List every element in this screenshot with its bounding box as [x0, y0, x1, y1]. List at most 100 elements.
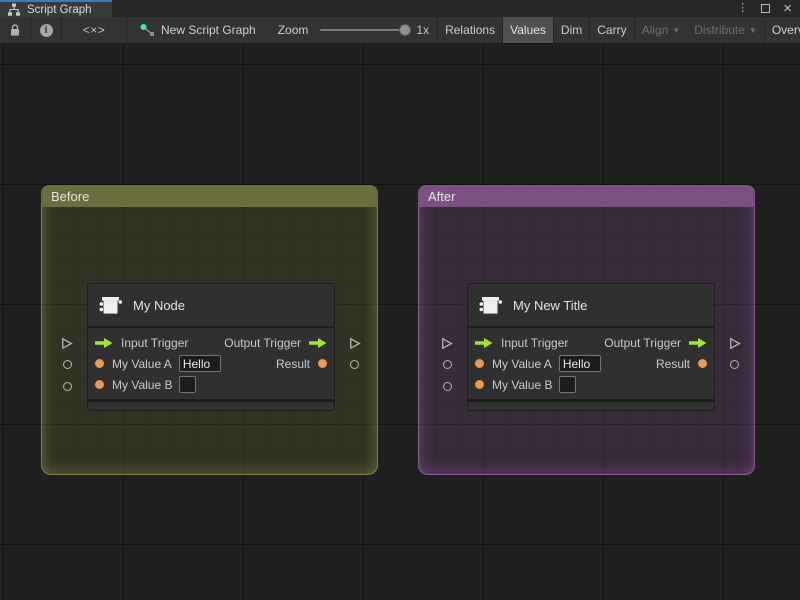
titlebar-spacer	[112, 0, 737, 17]
chevron-down-icon: ▼	[672, 25, 681, 35]
input-trigger-outer-port[interactable]	[61, 337, 73, 350]
titlebar: Script Graph ⋮ ×	[0, 0, 800, 17]
tab-label: Script Graph	[27, 3, 92, 16]
node-title: My Node	[133, 297, 186, 313]
value-port-icon	[350, 360, 359, 369]
value-a-label: My Value A	[492, 356, 552, 371]
align-dropdown[interactable]: Align ▼	[635, 17, 688, 43]
zoom-slider-knob[interactable]	[399, 24, 412, 36]
result-label: Result	[275, 356, 310, 371]
relations-button[interactable]: Relations	[438, 17, 502, 43]
graph-name-label: New Script Graph	[161, 23, 256, 37]
node-footer	[87, 400, 335, 411]
output-trigger-label: Output Trigger	[224, 335, 301, 350]
value-a-input[interactable]	[558, 355, 601, 372]
value-a-input[interactable]	[178, 355, 221, 372]
graph-canvas[interactable]: Before After My Node Input Trigger Outpu…	[0, 44, 800, 600]
trigger-port-icon	[442, 337, 453, 350]
group-after-header[interactable]: After	[418, 185, 755, 207]
value-a-port[interactable]	[95, 359, 104, 368]
code-view-button[interactable]: <×>	[62, 17, 126, 43]
trigger-row: Input Trigger Output Trigger	[88, 332, 334, 353]
group-before-label: Before	[51, 188, 90, 204]
value-b-port[interactable]	[475, 380, 484, 389]
lock-icon	[11, 24, 19, 36]
value-b-outer-port[interactable]	[443, 382, 452, 391]
node-footer	[467, 400, 715, 411]
maximize-icon[interactable]	[761, 4, 771, 13]
unit-node-icon	[99, 297, 123, 314]
group-after-label: After	[428, 188, 456, 204]
node-header[interactable]: My New Title	[468, 284, 714, 328]
node-my-node[interactable]: My Node Input Trigger Output Trigger My …	[62, 283, 361, 411]
node-title: My New Title	[513, 297, 588, 313]
input-trigger-port[interactable]	[475, 337, 493, 349]
dim-button[interactable]: Dim	[554, 17, 589, 43]
value-a-outer-port[interactable]	[63, 360, 72, 369]
tab-script-graph[interactable]: Script Graph	[0, 0, 112, 17]
result-outer-port[interactable]	[350, 360, 359, 369]
output-trigger-port[interactable]	[309, 337, 327, 349]
value-b-port[interactable]	[95, 380, 104, 389]
output-trigger-label: Output Trigger	[604, 335, 681, 350]
code-icon: <×>	[82, 23, 106, 37]
input-trigger-label: Input Trigger	[501, 335, 569, 350]
graph-name: New Script Graph	[139, 23, 256, 37]
flow-arrow-icon	[95, 337, 113, 348]
info-button[interactable]: i	[31, 17, 61, 43]
value-b-row: My Value B	[468, 374, 714, 395]
node-body[interactable]: My New Title Input Trigger Output Trigge…	[467, 283, 715, 400]
lock-button[interactable]	[0, 17, 30, 43]
zoom-slider[interactable]	[320, 24, 412, 36]
result-port[interactable]	[318, 359, 327, 368]
overview-button[interactable]: Overview	[765, 17, 800, 43]
value-a-label: My Value A	[112, 356, 172, 371]
value-b-label: My Value B	[112, 377, 173, 392]
zoom-control: Zoom 1x	[278, 23, 437, 37]
trigger-port-icon	[730, 337, 741, 350]
toolbar-separator	[126, 17, 127, 43]
node-header[interactable]: My Node	[88, 284, 334, 328]
info-icon: i	[39, 23, 53, 37]
value-port-icon	[443, 382, 452, 391]
zoom-label: Zoom	[277, 23, 309, 37]
value-b-outer-port[interactable]	[63, 382, 72, 391]
values-button[interactable]: Values	[503, 17, 553, 43]
input-trigger-port[interactable]	[95, 337, 113, 349]
trigger-port-icon	[350, 337, 361, 350]
unit-node-icon	[479, 297, 503, 314]
value-a-outer-port[interactable]	[443, 360, 452, 369]
value-port-icon	[730, 360, 739, 369]
chevron-down-icon: ▼	[748, 25, 757, 35]
value-b-input[interactable]	[179, 376, 197, 393]
distribute-label: Distribute	[694, 23, 745, 37]
node-my-new-title[interactable]: My New Title Input Trigger Output Trigge…	[442, 283, 741, 411]
align-label: Align	[641, 23, 669, 37]
flow-arrow-icon	[475, 337, 493, 348]
distribute-dropdown[interactable]: Distribute ▼	[687, 17, 764, 43]
script-graph-window: Script Graph ⋮ × i <×> New Script Graph …	[0, 0, 800, 600]
value-port-icon	[443, 360, 452, 369]
output-trigger-outer-port[interactable]	[349, 337, 361, 350]
zoom-value: 1x	[416, 23, 430, 37]
node-body[interactable]: My Node Input Trigger Output Trigger My …	[87, 283, 335, 400]
close-icon[interactable]: ×	[783, 1, 792, 16]
carry-button[interactable]: Carry	[590, 17, 633, 43]
result-label: Result	[655, 356, 690, 371]
result-outer-port[interactable]	[730, 360, 739, 369]
output-trigger-outer-port[interactable]	[729, 337, 741, 350]
window-controls: ⋮ ×	[737, 0, 800, 17]
value-a-row: My Value A Result	[468, 353, 714, 374]
value-a-port[interactable]	[475, 359, 484, 368]
graph-hierarchy-icon	[8, 3, 20, 16]
window-menu-icon[interactable]: ⋮	[737, 3, 748, 14]
input-trigger-label: Input Trigger	[121, 335, 189, 350]
input-trigger-outer-port[interactable]	[441, 337, 453, 350]
group-before-header[interactable]: Before	[41, 185, 378, 207]
flow-arrow-icon	[309, 337, 327, 348]
value-b-input[interactable]	[559, 376, 577, 393]
value-port-icon	[63, 360, 72, 369]
result-port[interactable]	[698, 359, 707, 368]
value-b-label: My Value B	[492, 377, 553, 392]
output-trigger-port[interactable]	[689, 337, 707, 349]
